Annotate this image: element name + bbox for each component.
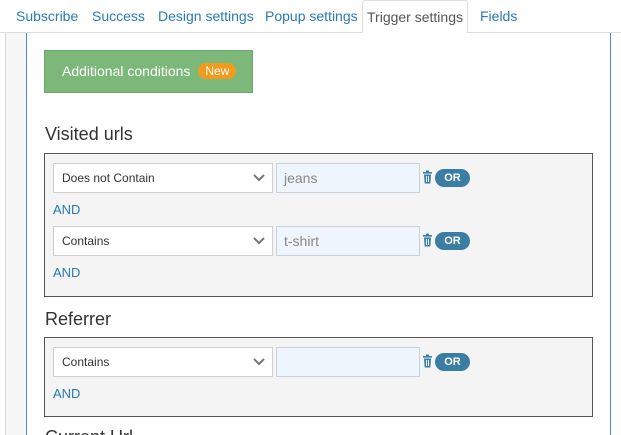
tab-popup-settings[interactable]: Popup settings xyxy=(265,0,358,33)
additional-conditions-button[interactable]: Additional conditions New xyxy=(44,50,253,93)
visited-url-value-input[interactable]: jeans xyxy=(276,163,420,193)
tab-subscribe[interactable]: Subscribe xyxy=(16,0,78,33)
current-url-heading: Current Url xyxy=(45,427,133,435)
referrer-group: Contains OR AND xyxy=(44,337,593,417)
visited-url-condition-select[interactable]: Does not Contain xyxy=(53,163,273,193)
visited-url-row: Does not Contain jeans OR xyxy=(53,163,473,193)
visited-url-row: Contains t-shirt OR xyxy=(53,226,473,256)
referrer-row: Contains OR xyxy=(53,347,473,377)
tab-bar: Subscribe Success Design settings Popup … xyxy=(0,0,621,34)
visited-urls-heading: Visited urls xyxy=(45,124,133,144)
or-button[interactable]: OR xyxy=(435,353,470,371)
trash-icon[interactable] xyxy=(422,233,433,247)
chevron-down-icon xyxy=(253,174,265,182)
chevron-down-icon xyxy=(253,358,265,366)
and-link[interactable]: AND xyxy=(53,202,80,217)
new-badge: New xyxy=(198,63,237,79)
referrer-condition-select[interactable]: Contains xyxy=(53,347,273,377)
tab-fields[interactable]: Fields xyxy=(480,0,517,33)
tab-success[interactable]: Success xyxy=(92,0,145,33)
referrer-value-input[interactable] xyxy=(276,347,420,377)
chevron-down-icon xyxy=(253,237,265,245)
tab-trigger-settings[interactable]: Trigger settings xyxy=(362,0,468,34)
tab-design-settings[interactable]: Design settings xyxy=(158,0,254,33)
trash-icon[interactable] xyxy=(422,170,433,184)
and-link[interactable]: AND xyxy=(53,386,80,401)
select-value: Does not Contain xyxy=(62,171,155,185)
referrer-heading: Referrer xyxy=(45,309,112,329)
and-link[interactable]: AND xyxy=(53,265,80,280)
select-value: Contains xyxy=(62,355,110,369)
or-button[interactable]: OR xyxy=(435,169,470,187)
additional-conditions-label: Additional conditions xyxy=(62,63,191,79)
or-button[interactable]: OR xyxy=(435,232,470,250)
select-value: Contains xyxy=(62,234,110,248)
visited-url-condition-select[interactable]: Contains xyxy=(53,226,273,256)
visited-url-value-input[interactable]: t-shirt xyxy=(276,226,420,256)
trash-icon[interactable] xyxy=(422,354,433,368)
visited-urls-group: Does not Contain jeans OR AND Contains t… xyxy=(44,153,593,297)
